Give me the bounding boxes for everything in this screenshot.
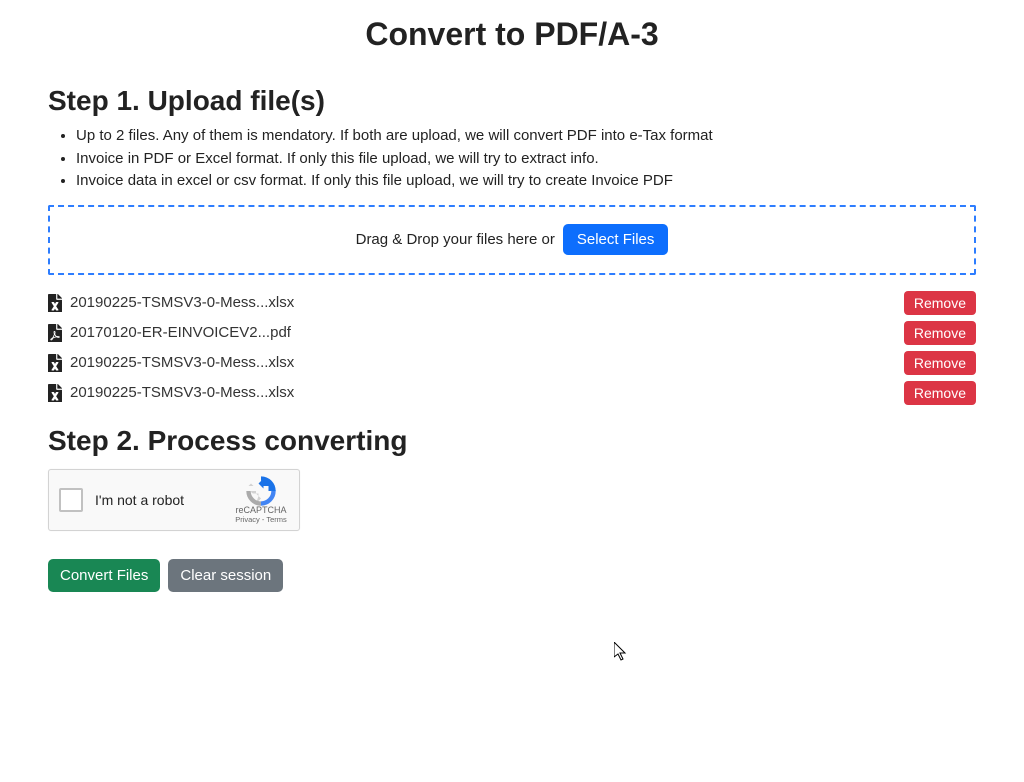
remove-button[interactable]: Remove	[904, 321, 976, 345]
clear-session-button[interactable]: Clear session	[168, 559, 283, 592]
cursor-icon	[614, 642, 628, 667]
instructions-list: Up to 2 files. Any of them is mendatory.…	[76, 125, 976, 193]
instruction-item: Up to 2 files. Any of them is mendatory.…	[76, 125, 976, 148]
remove-button[interactable]: Remove	[904, 291, 976, 315]
remove-button[interactable]: Remove	[904, 351, 976, 375]
recaptcha-brand: reCAPTCHA	[231, 506, 291, 516]
step2-heading: Step 2. Process converting	[48, 425, 976, 457]
convert-files-button[interactable]: Convert Files	[48, 559, 160, 592]
file-row: 20190225-TSMSV3-0-Mess...xlsx Remove	[48, 289, 976, 317]
recaptcha-links[interactable]: Privacy - Terms	[231, 515, 291, 524]
recaptcha-checkbox[interactable]	[59, 488, 83, 512]
select-files-button[interactable]: Select Files	[563, 224, 669, 255]
file-excel-icon	[48, 384, 62, 402]
page-title: Convert to PDF/A-3	[0, 16, 1024, 53]
instruction-item: Invoice data in excel or csv format. If …	[76, 170, 976, 193]
file-row: 20170120-ER-EINVOICEV2...pdf Remove	[48, 319, 976, 347]
recaptcha-label: I'm not a robot	[95, 492, 184, 508]
file-name: 20190225-TSMSV3-0-Mess...xlsx	[70, 354, 294, 371]
recaptcha-icon	[246, 476, 276, 506]
file-name: 20190225-TSMSV3-0-Mess...xlsx	[70, 384, 294, 401]
file-pdf-icon	[48, 324, 62, 342]
file-name: 20170120-ER-EINVOICEV2...pdf	[70, 324, 291, 341]
instruction-item: Invoice in PDF or Excel format. If only …	[76, 148, 976, 171]
dropzone[interactable]: Drag & Drop your files here or Select Fi…	[48, 205, 976, 275]
remove-button[interactable]: Remove	[904, 381, 976, 405]
file-excel-icon	[48, 294, 62, 312]
file-excel-icon	[48, 354, 62, 372]
file-row: 20190225-TSMSV3-0-Mess...xlsx Remove	[48, 379, 976, 407]
step1-heading: Step 1. Upload file(s)	[48, 85, 976, 117]
recaptcha-widget: I'm not a robot reCAPTCHA Privacy - Term…	[48, 469, 300, 531]
file-row: 20190225-TSMSV3-0-Mess...xlsx Remove	[48, 349, 976, 377]
file-name: 20190225-TSMSV3-0-Mess...xlsx	[70, 294, 294, 311]
dropzone-text: Drag & Drop your files here or	[356, 231, 555, 248]
